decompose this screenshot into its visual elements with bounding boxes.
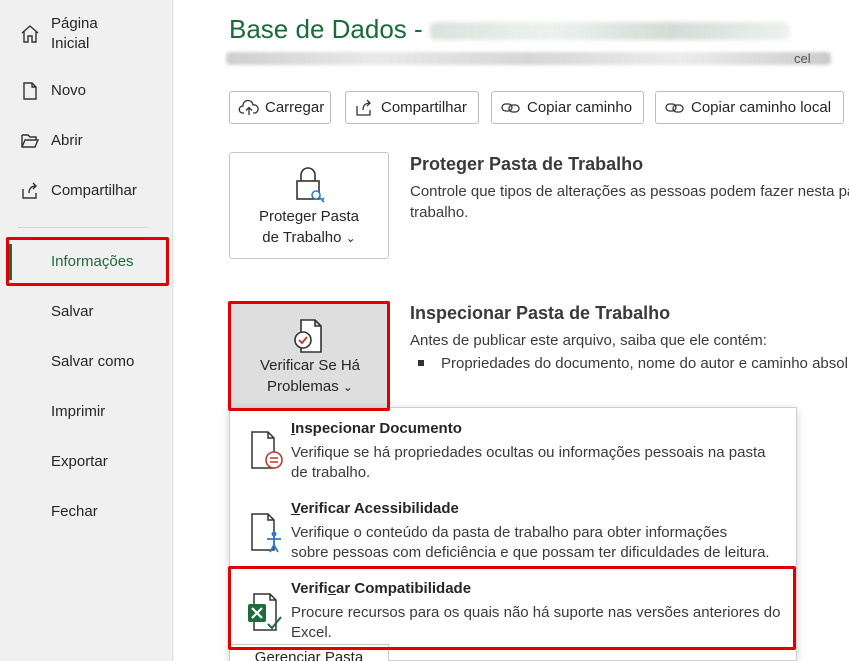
sidebar-item-export[interactable]: Exportar	[0, 442, 173, 482]
menu-item-inspect-document[interactable]: Inspecionar Documento Verifique se há pr…	[230, 408, 796, 488]
protect-label-line2-text: de Trabalho	[262, 229, 342, 246]
manage-workbook-label: Gerenciar Pasta	[254, 649, 364, 661]
redacted-filename	[429, 22, 790, 41]
share-label: Compartilhar	[381, 99, 467, 116]
folder-open-icon	[21, 134, 40, 148]
menu-item-title-rest: ar Compatibilidade	[336, 580, 472, 597]
sidebar-item-label: Novo	[51, 82, 87, 99]
sidebar-item-label: Fechar	[51, 503, 98, 520]
protect-workbook-button[interactable]: Proteger Pasta de Trabalho ⌄	[229, 152, 389, 259]
check-issues-label-line2: Problemas ⌄	[231, 376, 389, 398]
inspect-bullet-text: Propriedades do documento, nome do autor…	[441, 355, 848, 372]
protect-desc-line2: trabalho.	[410, 204, 469, 221]
protect-label-line1: Proteger Pasta	[258, 208, 360, 225]
protect-heading: Proteger Pasta de Trabalho	[410, 154, 644, 174]
copy-local-path-label: Copiar caminho local	[691, 99, 832, 116]
share-button[interactable]: Compartilhar	[345, 91, 479, 124]
menu-item-title: Inspecionar Documento	[291, 420, 462, 437]
access-key: V	[291, 500, 301, 517]
inspect-heading: Inspecionar Pasta de Trabalho	[410, 303, 671, 323]
sidebar-item-save-as[interactable]: Salvar como	[0, 342, 173, 382]
sidebar-item-label: Salvar	[51, 303, 94, 320]
menu-item-desc-line2: de trabalho.	[291, 464, 371, 481]
copy-local-path-button[interactable]: Copiar caminho local	[655, 91, 844, 124]
redacted-file-path	[226, 52, 831, 65]
sidebar-item-label: Informações	[51, 253, 134, 270]
accessibility-check-icon	[251, 513, 281, 553]
page-title-text: Base de Dados -	[229, 14, 430, 44]
sidebar-item-open[interactable]: Abrir	[0, 121, 173, 161]
sidebar-item-new[interactable]: Novo	[0, 71, 173, 111]
upload-label: Carregar	[265, 99, 325, 116]
page-title: Base de Dados -	[229, 14, 790, 45]
menu-item-title: Verificar Acessibilidade	[291, 500, 459, 517]
sidebar-item-print[interactable]: Imprimir	[0, 392, 173, 432]
check-issues-menu: Inspecionar Documento Verifique se há pr…	[229, 407, 797, 661]
menu-item-desc-line2: Excel.	[291, 624, 332, 641]
menu-item-check-compatibility[interactable]: Verificar Compatibilidade Procure recurs…	[230, 568, 796, 648]
sidebar-item-close[interactable]: Fechar	[0, 492, 173, 532]
check-document-icon	[294, 319, 322, 353]
sidebar-item-label: Inicial	[51, 35, 90, 52]
check-issues-label-line1: Verificar Se Há	[259, 357, 361, 374]
chevron-down-icon: ⌄	[342, 380, 353, 394]
home-icon	[21, 25, 39, 43]
menu-item-title-rest: erificar Acessibilidade	[300, 500, 459, 517]
menu-item-desc-line1: Procure recursos para os quais não há su…	[291, 604, 781, 621]
upload-button[interactable]: Carregar	[229, 91, 331, 124]
link-icon	[501, 102, 520, 113]
menu-item-check-accessibility[interactable]: Verificar Acessibilidade Verifique o con…	[230, 488, 796, 568]
bullet-marker	[418, 360, 424, 366]
menu-item-desc-line1: Verifique o conteúdo da pasta de trabalh…	[291, 524, 728, 541]
sidebar-item-home[interactable]: Página Inicial	[0, 12, 173, 60]
chevron-down-icon: ⌄	[345, 231, 356, 245]
info-panel: Base de Dados - cel Carregar Compartilha…	[174, 0, 849, 661]
menu-item-desc-line2: sobre pessoas com deficiência e que poss…	[291, 544, 770, 561]
access-key: c	[327, 580, 337, 597]
sidebar-item-info[interactable]: Informações	[0, 242, 173, 282]
sidebar-item-label: Exportar	[51, 453, 108, 470]
sidebar-item-label: Imprimir	[51, 403, 106, 420]
active-indicator	[8, 244, 12, 280]
protect-desc-line1: Controle que tipos de alterações as pess…	[410, 183, 849, 200]
sidebar-divider	[18, 227, 148, 228]
share-icon	[22, 182, 37, 199]
menu-item-desc-line1: Verifique se há propriedades ocultas ou …	[291, 444, 766, 461]
backstage-sidebar: Página Inicial Novo Abrir Compartilhar I…	[0, 0, 173, 661]
copy-path-label: Copiar caminho	[527, 99, 633, 116]
share-icon	[356, 99, 371, 116]
lock-key-icon	[296, 167, 325, 203]
link-icon	[665, 102, 684, 113]
excel-compatibility-icon	[248, 593, 282, 631]
menu-item-title-rest: nspecionar Documento	[295, 420, 462, 437]
manage-workbook-button[interactable]: Gerenciar Pasta	[229, 644, 389, 661]
menu-item-title: Verificar Compatibilidade	[291, 580, 471, 597]
file-path-end: cel	[794, 51, 811, 66]
protect-label-line2: de Trabalho ⌄	[230, 227, 388, 249]
sidebar-item-label: Compartilhar	[51, 182, 137, 199]
sidebar-item-label: Página	[51, 15, 98, 32]
new-document-icon	[23, 82, 37, 100]
cloud-upload-icon	[238, 99, 259, 115]
sidebar-item-save[interactable]: Salvar	[0, 292, 173, 332]
sidebar-item-share[interactable]: Compartilhar	[0, 171, 173, 211]
inspect-document-icon	[251, 431, 283, 469]
inspect-desc: Antes de publicar este arquivo, saiba qu…	[410, 332, 767, 349]
copy-path-button[interactable]: Copiar caminho	[491, 91, 644, 124]
check-issues-label-line2-text: Problemas	[267, 378, 339, 395]
sidebar-item-label: Abrir	[51, 132, 83, 149]
menu-item-title-start: Verifi	[291, 580, 328, 597]
sidebar-item-label: Salvar como	[51, 353, 135, 370]
check-issues-button[interactable]: Verificar Se Há Problemas ⌄	[230, 303, 390, 409]
